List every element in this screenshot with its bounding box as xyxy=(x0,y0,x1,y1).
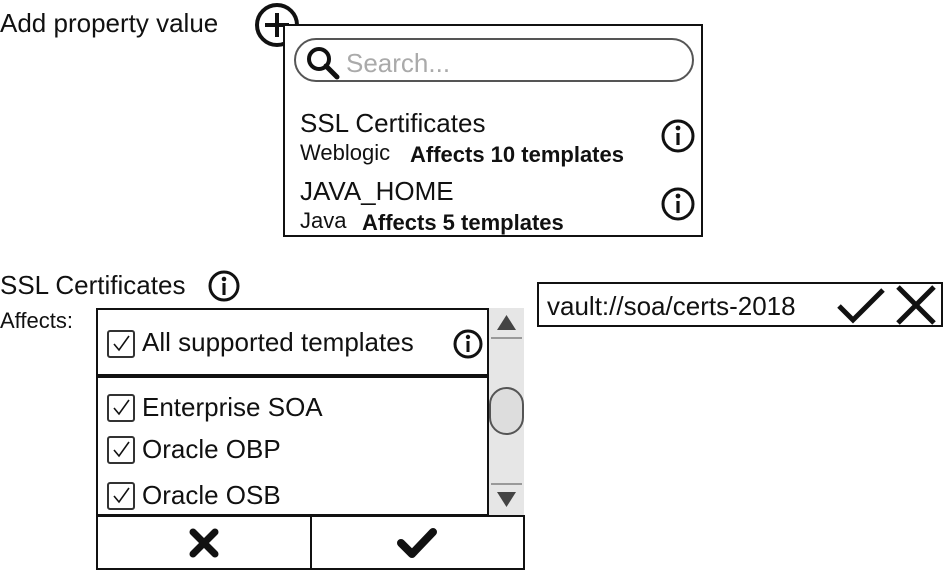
scroll-up-button[interactable] xyxy=(491,309,522,339)
template-label: Enterprise SOA xyxy=(142,392,323,422)
search-placeholder: Search... xyxy=(346,48,451,78)
close-icon[interactable] xyxy=(894,285,938,325)
all-templates-label: All supported templates xyxy=(142,327,414,357)
editor-title: SSL Certificates xyxy=(0,270,186,300)
checkbox[interactable] xyxy=(107,330,135,358)
property-value-field[interactable]: vault://soa/certs-2018 xyxy=(537,282,943,327)
list-item[interactable]: SSL Certificates Weblogic Affects 10 tem… xyxy=(285,104,701,168)
template-label: Oracle OBP xyxy=(142,434,281,464)
cancel-button[interactable] xyxy=(98,517,310,568)
scrollbar[interactable] xyxy=(487,308,524,516)
all-templates-row[interactable]: All supported templates xyxy=(98,310,488,378)
property-value-input[interactable]: vault://soa/certs-2018 xyxy=(547,291,796,322)
item-name: JAVA_HOME xyxy=(300,176,454,206)
affects-label: Affects: xyxy=(0,308,73,333)
add-property-label: Add property value xyxy=(0,8,219,38)
template-label: Oracle OSB xyxy=(142,480,281,510)
close-icon xyxy=(188,527,220,559)
scroll-thumb[interactable] xyxy=(489,387,524,435)
item-name: SSL Certificates xyxy=(300,108,486,138)
scroll-down-button[interactable] xyxy=(491,483,522,513)
info-icon[interactable] xyxy=(660,186,696,222)
info-icon[interactable] xyxy=(452,328,484,360)
template-item[interactable]: Oracle OSB xyxy=(98,480,488,520)
info-icon[interactable] xyxy=(207,269,241,303)
item-affects: Affects 5 templates xyxy=(362,210,564,235)
checkbox[interactable] xyxy=(107,436,135,464)
info-icon[interactable] xyxy=(660,118,696,154)
check-icon xyxy=(397,527,438,559)
templates-listbox: All supported templates Enterprise SOA O… xyxy=(96,308,524,516)
item-category: Java xyxy=(300,208,347,233)
item-affects: Affects 10 templates xyxy=(410,142,624,167)
template-item[interactable]: Enterprise SOA xyxy=(98,392,488,432)
checkbox[interactable] xyxy=(107,482,135,510)
list-item[interactable]: JAVA_HOME Java Affects 5 templates xyxy=(285,172,701,236)
search-icon xyxy=(306,46,340,80)
property-dropdown: Search... SSL Certificates Weblogic Affe… xyxy=(283,24,703,237)
listbox-footer xyxy=(96,515,525,570)
confirm-button[interactable] xyxy=(309,517,524,568)
template-item[interactable]: Oracle OBP xyxy=(98,434,488,474)
checkbox[interactable] xyxy=(107,394,135,422)
search-input[interactable]: Search... xyxy=(294,38,694,82)
item-category: Weblogic xyxy=(300,140,391,165)
check-icon[interactable] xyxy=(835,286,887,324)
